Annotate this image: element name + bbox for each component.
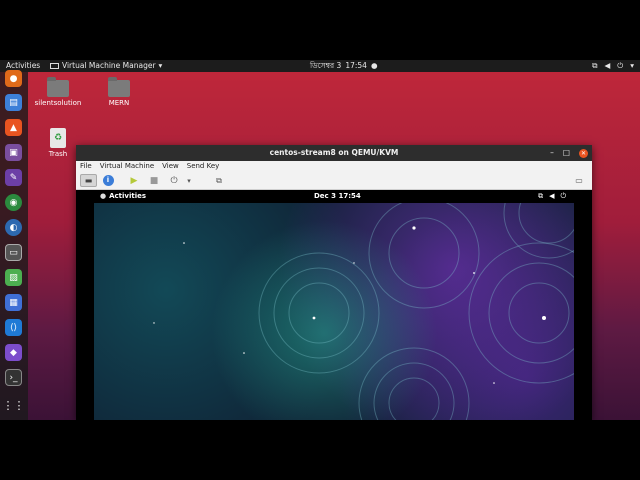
vm-console-window: centos-stream8 on QEMU/KVM – □ ✕ File Vi… bbox=[76, 145, 592, 420]
guest-activities-button[interactable]: ● Activities bbox=[100, 190, 146, 203]
chevron-down-icon: ▾ bbox=[187, 176, 191, 185]
shutdown-menu-button[interactable]: ▾ bbox=[184, 174, 194, 187]
menu-file[interactable]: File bbox=[80, 161, 92, 172]
clock-date: ডিসেম্বর 3 bbox=[310, 61, 342, 70]
dock: ● ▤ ▲ ▣ ✎ ◉ ◐ ▭ ▨ ▦ ⟨⟩ ◆ ›_ ⋮⋮ bbox=[0, 70, 28, 420]
guest-display[interactable]: ● Activities Dec 3 17:54 ⧉ ◀ ⏻ bbox=[76, 190, 592, 420]
app-icon bbox=[50, 62, 59, 69]
menubar: File Virtual Machine View Send Key bbox=[76, 161, 592, 172]
gnome-foot-icon: ● bbox=[100, 192, 107, 200]
virt-manager-icon[interactable]: ▭ bbox=[5, 244, 22, 261]
chevron-down-icon: ▾ bbox=[158, 61, 163, 70]
home-folder-icon bbox=[47, 77, 69, 97]
wallpaper-rings bbox=[153, 203, 574, 420]
app-menu[interactable]: Virtual Machine Manager ▾ bbox=[50, 60, 162, 72]
chevron-down-icon: ▾ bbox=[630, 61, 634, 70]
vscode-icon[interactable]: ⟨⟩ bbox=[5, 319, 22, 336]
software-center-icon[interactable]: ▲ bbox=[5, 119, 22, 136]
app-name: Virtual Machine Manager bbox=[62, 61, 156, 70]
calculator-icon[interactable]: ▦ bbox=[5, 294, 22, 311]
terminal-icon[interactable]: ›_ bbox=[5, 369, 22, 386]
clock-time: 17:54 bbox=[345, 61, 367, 70]
app-icon-1[interactable]: ● bbox=[5, 70, 22, 87]
console-view-button[interactable]: ▬ bbox=[80, 174, 97, 187]
clock[interactable]: ডিসেম্বর 3 17:54 ● bbox=[310, 60, 378, 72]
pause-button[interactable]: ■ bbox=[147, 174, 161, 187]
toolbar: ▬ i ▶ ■ ⏻ ▾ ⧉ ▭ bbox=[76, 172, 592, 190]
power-icon: ⏻ bbox=[170, 175, 178, 186]
menu-view[interactable]: View bbox=[162, 161, 179, 172]
browser-icon[interactable]: ◐ bbox=[5, 219, 22, 236]
app-icon-2[interactable]: ◆ bbox=[5, 344, 22, 361]
desktop-icon-label: Trash bbox=[48, 150, 68, 158]
power-icon: ⏻ bbox=[617, 61, 624, 70]
guest-activities-label: Activities bbox=[109, 192, 147, 200]
feather-icon[interactable]: ✎ bbox=[5, 169, 22, 186]
desktop-icon-home[interactable]: silentsolution bbox=[33, 77, 83, 107]
info-icon: i bbox=[102, 175, 114, 186]
network-icon: ⧉ bbox=[592, 61, 598, 70]
fullscreen-icon: ▭ bbox=[575, 176, 583, 185]
desktop-icon-label: MERN bbox=[108, 99, 130, 107]
close-icon[interactable]: ✕ bbox=[579, 148, 588, 158]
shutdown-button[interactable]: ⏻ bbox=[167, 174, 181, 187]
guest-system-tray[interactable]: ⧉ ◀ ⏻ bbox=[538, 190, 566, 203]
fullscreen-button[interactable]: ▭ bbox=[572, 174, 586, 187]
pause-icon: ■ bbox=[149, 175, 159, 186]
top-panel: Activities Virtual Machine Manager ▾ ডিস… bbox=[0, 60, 640, 72]
trash-icon: ♻ bbox=[50, 128, 66, 148]
menu-send-key[interactable]: Send Key bbox=[187, 161, 220, 172]
volume-icon: ◀ bbox=[604, 61, 611, 70]
desktop-screen: Activities Virtual Machine Manager ▾ ডিস… bbox=[0, 60, 640, 420]
guest-clock[interactable]: Dec 3 17:54 bbox=[314, 190, 361, 203]
show-apps-icon[interactable]: ⋮⋮ bbox=[3, 397, 25, 414]
writer-icon[interactable]: ▤ bbox=[5, 94, 22, 111]
power-icon: ⏻ bbox=[560, 192, 566, 200]
snapshot-button[interactable]: ⧉ bbox=[212, 174, 226, 187]
network-icon: ⧉ bbox=[538, 192, 544, 200]
details-view-button[interactable]: i bbox=[101, 174, 115, 187]
desktop-icon-label: silentsolution bbox=[34, 99, 82, 107]
snapshot-icon: ⧉ bbox=[216, 175, 222, 185]
system-tray[interactable]: ⧉ ◀ ⏻ ▾ bbox=[592, 60, 634, 72]
run-button[interactable]: ▶ bbox=[127, 174, 141, 187]
chrome-icon[interactable]: ◉ bbox=[5, 194, 22, 211]
menu-virtual-machine[interactable]: Virtual Machine bbox=[100, 161, 154, 172]
window-titlebar[interactable]: centos-stream8 on QEMU/KVM – □ ✕ bbox=[76, 145, 592, 161]
minimize-icon[interactable]: – bbox=[550, 145, 554, 161]
screenshot-icon[interactable]: ▣ bbox=[5, 144, 22, 161]
play-icon: ▶ bbox=[130, 175, 138, 186]
volume-icon: ◀ bbox=[549, 192, 555, 200]
image-viewer-icon[interactable]: ▨ bbox=[5, 269, 22, 286]
desktop-icon-mern[interactable]: MERN bbox=[94, 77, 144, 107]
monitor-icon: ▬ bbox=[84, 176, 93, 185]
guest-top-panel: ● Activities Dec 3 17:54 ⧉ ◀ ⏻ bbox=[76, 190, 592, 203]
guest-wallpaper bbox=[94, 203, 574, 420]
maximize-icon[interactable]: □ bbox=[563, 145, 570, 161]
folder-icon bbox=[108, 77, 130, 97]
notification-dot-icon: ● bbox=[370, 61, 378, 70]
window-title: centos-stream8 on QEMU/KVM bbox=[269, 148, 399, 157]
